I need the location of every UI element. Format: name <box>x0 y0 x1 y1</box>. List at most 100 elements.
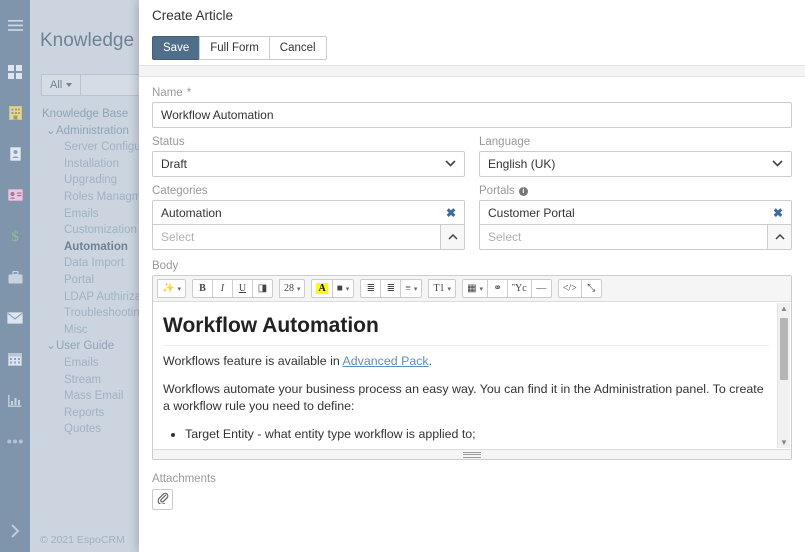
font-size-icon[interactable]: 28 ▾ <box>278 279 306 298</box>
resize-grip-icon[interactable] <box>463 450 481 459</box>
table-icon-glyph: ▦ <box>467 283 477 294</box>
scroll-up-icon[interactable]: ▲ <box>780 303 788 314</box>
sidebar-item-label: Customization <box>64 224 137 237</box>
portals-select[interactable]: Select <box>479 225 792 250</box>
fullscreen-icon-glyph: ⤡ <box>587 283 596 294</box>
envelope-icon[interactable] <box>0 303 30 333</box>
sidebar-item-administration[interactable]: ⌄Administration <box>42 123 152 140</box>
text-color-icon[interactable]: A <box>311 279 333 298</box>
categories-select[interactable]: Select <box>152 225 465 250</box>
scrollbar-thumb[interactable] <box>780 318 788 380</box>
chevron-down-icon: ▾ <box>479 284 484 293</box>
code-view-icon[interactable]: </> <box>557 279 582 298</box>
ellipsis-icon[interactable] <box>0 426 30 456</box>
align-icon[interactable]: ≡ ▾ <box>400 279 423 298</box>
search-scope-dropdown[interactable]: All <box>42 75 82 95</box>
sidebar-item-ldap-authirizat[interactable]: LDAP Authirizat <box>42 289 152 306</box>
dollar-icon[interactable]: $ <box>0 221 30 251</box>
image-icon[interactable]: Ὓc <box>507 279 532 298</box>
sidebar-item-upgrading[interactable]: Upgrading <box>42 172 152 189</box>
scrollbar-track[interactable] <box>778 314 790 437</box>
eraser-icon[interactable]: ◨ <box>251 279 273 298</box>
sidebar-item-reports[interactable]: Reports <box>42 405 152 422</box>
editor-toolbar-group: T1 ▾ <box>428 279 457 298</box>
status-label: Status <box>152 136 185 148</box>
rich-text-editor: ✨ ▾ B I U ◨ 28 ▾ A ■ ▾ ≣ ≣ ≡ ▾ T1 ▾ ▦ ▾ ⚭ Ὓc — </> ⤡ Workflow A… <box>152 275 792 460</box>
chevron-up-icon[interactable] <box>767 225 791 249</box>
sidebar-item-stream[interactable]: Stream <box>42 372 152 389</box>
sidebar-item-emails[interactable]: Emails <box>42 206 152 223</box>
sidebar-item-customization[interactable]: Customization <box>42 222 152 239</box>
status-select[interactable]: Draft <box>152 151 465 177</box>
sidebar-item-misc[interactable]: Misc <box>42 322 152 339</box>
sidebar-item-label: Emails <box>64 207 99 220</box>
code-view-icon-glyph: </> <box>562 283 577 294</box>
sidebar-item-installation[interactable]: Installation <box>42 156 152 173</box>
briefcase-icon[interactable] <box>0 262 30 292</box>
unordered-list-icon[interactable]: ≣ <box>360 279 382 298</box>
editor-resize-bar[interactable] <box>153 449 791 459</box>
advanced-pack-link[interactable]: Advanced Pack <box>343 354 429 368</box>
unordered-list-icon-glyph: ≣ <box>366 283 375 294</box>
building-icon[interactable] <box>0 98 30 128</box>
heading-icon[interactable]: T1 ▾ <box>428 279 457 298</box>
hamburger-menu-icon[interactable] <box>0 10 30 40</box>
status-value: Draft <box>161 157 188 171</box>
horizontal-rule-icon[interactable]: — <box>530 279 552 298</box>
bold-icon[interactable]: B <box>191 279 213 298</box>
sidebar-item-label: Reports <box>64 406 105 419</box>
name-input[interactable]: Workflow Automation <box>152 102 792 128</box>
sidebar-item-portal[interactable]: Portal <box>42 272 152 289</box>
cancel-button[interactable]: Cancel <box>268 36 327 60</box>
chevron-down-icon[interactable]: ⌄ <box>46 338 56 355</box>
chevron-down-icon[interactable]: ⌄ <box>46 123 56 140</box>
modal-divider <box>139 66 805 77</box>
full-form-button[interactable]: Full Form <box>199 36 270 60</box>
ordered-list-icon[interactable]: ≣ <box>380 279 402 298</box>
sidebar-item-server-configur[interactable]: Server Configur <box>42 139 152 156</box>
sidebar-item-mass-email[interactable]: Mass Email <box>42 388 152 405</box>
portals-label: Portals i <box>479 185 792 197</box>
id-badge-icon[interactable] <box>0 180 30 210</box>
sidebar-item-quotes[interactable]: Quotes <box>42 421 152 438</box>
fullscreen-icon[interactable]: ⤡ <box>580 279 602 298</box>
dashboard-grid-icon[interactable] <box>0 57 30 87</box>
save-button[interactable]: Save <box>152 36 201 60</box>
editor-toolbar-group: 28 ▾ <box>278 279 306 298</box>
sidebar-item-automation[interactable]: Automation <box>42 239 152 256</box>
contact-card-icon[interactable] <box>0 139 30 169</box>
categories-placeholder: Select <box>161 230 195 244</box>
chevron-down-icon: ▾ <box>177 284 181 293</box>
calendar-icon[interactable] <box>0 344 30 374</box>
sidebar-item-emails[interactable]: Emails <box>42 355 152 372</box>
italic-icon[interactable]: I <box>211 279 233 298</box>
scroll-down-icon[interactable]: ▼ <box>780 437 788 448</box>
info-icon[interactable]: i <box>518 186 528 196</box>
remove-x-icon[interactable]: ✖ <box>773 206 783 220</box>
editor-content-area[interactable]: Workflow Automation Workflows feature is… <box>153 302 791 449</box>
attachments-label: Attachments <box>152 473 216 485</box>
categories-selected-label: Automation <box>161 205 222 220</box>
sidebar-item-roles-managmen[interactable]: Roles Managmen <box>42 189 152 206</box>
chevron-right-icon[interactable] <box>0 510 30 552</box>
color-palette-icon[interactable]: ■ ▾ <box>331 279 355 298</box>
heading-icon-glyph: T1 <box>433 283 445 294</box>
link-icon[interactable]: ⚭ <box>487 279 509 298</box>
table-icon[interactable]: ▦ ▾ <box>462 279 489 298</box>
chart-bar-icon[interactable] <box>0 385 30 415</box>
sidebar-item-knowledge-base[interactable]: Knowledge Base <box>42 106 152 123</box>
sidebar-item-user-guide[interactable]: ⌄User Guide <box>42 338 152 355</box>
magic-wand-icon[interactable]: ✨ ▾ <box>157 279 186 298</box>
sidebar-item-data-import[interactable]: Data Import <box>42 255 152 272</box>
bold-icon-glyph: B <box>199 283 206 294</box>
chevron-up-icon[interactable] <box>440 225 464 249</box>
create-article-modal: Create Article Save Full Form Cancel Nam… <box>139 0 805 552</box>
remove-x-icon[interactable]: ✖ <box>446 206 456 220</box>
attachment-upload-button[interactable] <box>152 489 173 510</box>
underline-icon[interactable]: U <box>231 279 253 298</box>
sidebar-item-troubleshooting[interactable]: Troubleshooting <box>42 305 152 322</box>
sidebar-item-label: Troubleshooting <box>64 307 147 320</box>
editor-scrollbar[interactable]: ▲ ▼ <box>777 303 790 448</box>
sidebar-item-label: Knowledge Base <box>42 108 129 120</box>
language-select[interactable]: English (UK) <box>479 151 792 177</box>
